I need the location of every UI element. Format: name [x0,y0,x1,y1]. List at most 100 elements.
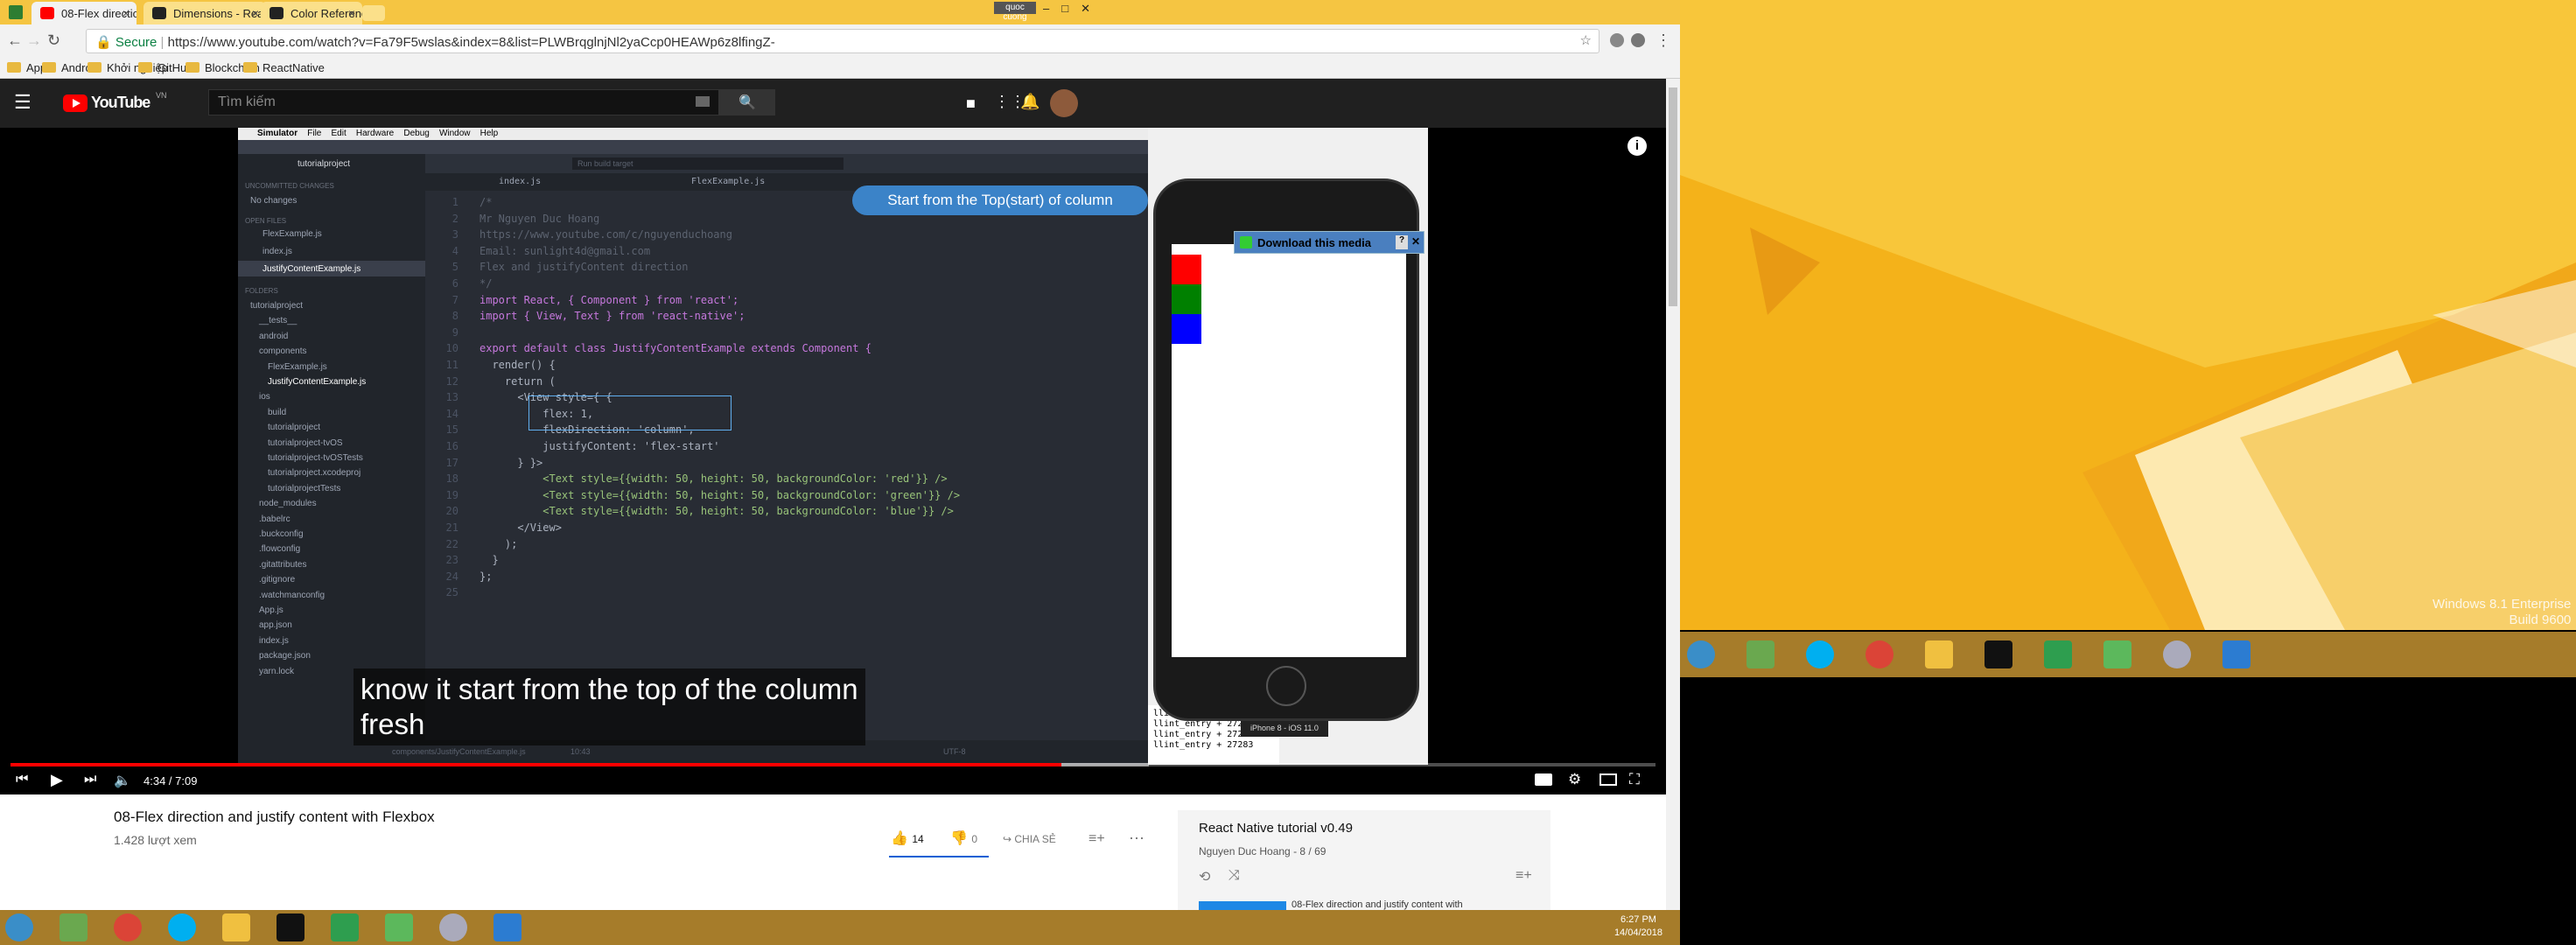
playlist-next-item[interactable]: 08-Flex direction and justify content wi… [1292,900,1463,910]
vscode-icon[interactable] [494,914,522,942]
close-icon[interactable]: × [122,6,130,20]
save-playlist-icon[interactable]: ≡+ [1516,868,1532,884]
find-input: Run build target [572,158,844,170]
loop-icon[interactable]: ⟲ [1199,868,1210,886]
line-number: 8 [452,310,458,323]
close-icon[interactable]: × [348,6,355,20]
browser-tabstrip: 08-Flex direction and × Dimensions - Rea… [0,0,1680,24]
extension-icon[interactable] [1631,33,1645,47]
home-app-icon[interactable] [2104,640,2132,668]
youtube-logo-icon[interactable] [63,94,88,112]
dislike-button[interactable]: 👎 0 [950,830,977,847]
more-options-icon[interactable]: ⋯ [1129,830,1144,848]
help-icon[interactable]: ? [1396,235,1408,249]
play-icon[interactable]: ▶ [51,771,63,789]
like-button[interactable]: 👍 14 [891,830,924,847]
file-explorer-icon[interactable] [222,914,250,942]
volume-icon[interactable]: 🔈 [114,772,131,789]
skype-icon[interactable] [1806,640,1834,668]
skype-icon[interactable] [168,914,196,942]
back-icon[interactable]: ← [7,32,23,50]
chrome-icon[interactable] [1866,640,1894,668]
forward-icon[interactable]: → [26,32,42,50]
tab-video[interactable]: 08-Flex direction and × [32,2,136,24]
download-media-bar[interactable]: Download this media ? ✕ [1234,231,1424,254]
file-explorer-icon[interactable] [1925,640,1953,668]
iphone-simulator: 11:23 PM [1153,178,1419,721]
code-line: Email: sunlight4d@gmail.com [480,244,651,257]
player-controls: ⏮ ▶ ⏭ 🔈 4:34 / 7:09 ⚙ ⛶ [0,766,1666,794]
file-tree-item: app.json [259,620,292,631]
taskbar: 6:27 PM 14/04/2018 [0,910,1680,945]
settings-gear-icon[interactable]: ⚙ [1568,771,1581,788]
shuffle-icon[interactable]: ⤨ [1228,868,1240,884]
code-line: </View> [480,522,562,534]
next-icon[interactable]: ⏭ [84,772,96,788]
menu-icon[interactable]: ⋮ [1656,32,1671,50]
close-icon[interactable]: × [252,6,259,20]
youtube-logo-text[interactable]: YouTube [91,94,150,112]
code-line: } [480,554,499,567]
red-box [1172,255,1201,284]
chrome-icon[interactable] [114,914,142,942]
tab-dimensions[interactable]: Dimensions - React Nati × [144,2,266,24]
previous-icon[interactable]: ⏮ [16,772,28,788]
star-icon[interactable]: ☆ [1580,32,1592,48]
line-number: 10 [445,342,458,355]
playlist-thumbnail[interactable] [1199,901,1286,910]
reload-icon[interactable]: ↻ [47,32,60,50]
start-icon[interactable] [1687,640,1715,668]
settings-app-icon[interactable] [2163,640,2191,668]
photos-app-icon[interactable] [1746,640,1774,668]
keyboard-icon[interactable] [696,96,710,107]
home-app-icon[interactable] [385,914,413,942]
add-to-playlist-icon[interactable]: ≡+ [1088,831,1105,847]
url-input[interactable]: 🔒 Secure | https://www.youtube.com/watch… [86,29,1600,53]
line-number: 19 [445,488,458,501]
fullscreen-icon[interactable]: ⛶ [1629,771,1640,788]
subtitles-icon[interactable] [1535,774,1552,786]
code-line: import { View, Text } from 'react-native… [480,310,746,323]
photos-app-icon[interactable] [60,914,88,942]
line-number: 3 [452,228,458,242]
search-button[interactable]: 🔍 [719,89,775,116]
code-line: <Text style={{width: 50, height: 50, bac… [480,488,961,501]
bookmark-reactnative[interactable]: ReactNative [243,61,325,74]
hamburger-icon[interactable]: ☰ [14,91,32,114]
new-tab-button[interactable] [362,5,385,21]
video-player[interactable]: Simulator File Edit Hardware Debug Windo… [0,128,1666,794]
taskbar-clock[interactable]: 6:27 PM 14/04/2018 [1614,914,1662,940]
share-button[interactable]: ↪ CHIA SẺ [1003,833,1056,845]
window-controls[interactable]: –□✕ [1043,2,1102,16]
line-number: 22 [445,537,458,550]
file-tree-item: .buckconfig [259,529,304,539]
create-video-icon[interactable]: ■ [966,94,976,113]
avatar[interactable] [1050,89,1078,117]
playlist-title[interactable]: React Native tutorial v0.49 [1199,821,1353,836]
info-icon[interactable]: i [1628,136,1647,156]
home-button [1266,666,1306,706]
profile-badge[interactable]: quoc cuong [994,2,1036,22]
notifications-bell-icon[interactable]: 🔔 [1020,93,1040,111]
react-icon [270,7,284,19]
vscode-icon[interactable] [2222,640,2250,668]
line-number: 17 [445,456,458,469]
notes-app-icon[interactable] [331,914,359,942]
react-icon [152,7,166,19]
file-tree-item: .gitignore [259,575,296,585]
start-icon[interactable] [5,914,33,942]
code-line: <Text style={{width: 50, height: 50, bac… [480,505,954,518]
terminal-icon[interactable] [1984,640,2012,668]
extension-icon[interactable] [1610,33,1624,47]
page-scrollbar[interactable] [1666,79,1680,910]
close-icon[interactable]: ✕ [1411,235,1420,248]
view-count: 1.428 lượt xem [114,833,197,847]
settings-app-icon[interactable] [439,914,467,942]
terminal-icon[interactable] [276,914,304,942]
search-input[interactable]: Tìm kiếm [208,89,719,116]
file-tree-item: tutorialproject [250,301,304,311]
scrollbar-thumb[interactable] [1669,88,1677,306]
tab-color-reference[interactable]: Color Reference - React × [261,2,362,24]
notes-app-icon[interactable] [2044,640,2072,668]
theater-mode-icon[interactable] [1600,774,1617,786]
